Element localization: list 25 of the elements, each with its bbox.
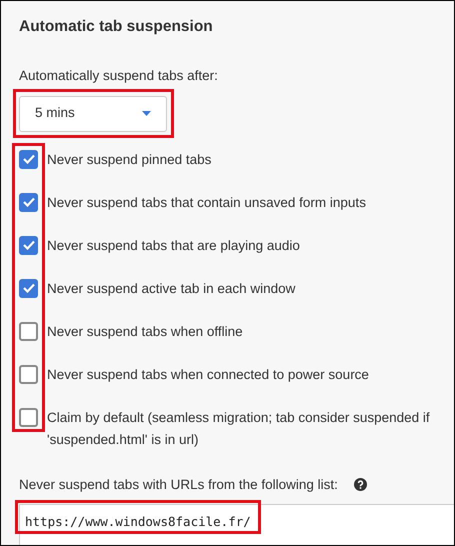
checkbox[interactable] [19,192,38,212]
checkbox[interactable] [19,408,38,426]
checkmark-icon [22,154,34,164]
checkbox[interactable] [19,150,38,168]
checkbox-label: Never suspend tabs that are playing audio [47,236,300,255]
checkbox[interactable] [19,322,38,340]
checkmark-icon [22,197,34,207]
duration-dropdown[interactable]: 5 mins [19,96,167,132]
checkmark-icon [22,283,34,293]
field-label: Automatically suspend tabs after: [19,67,219,86]
checkbox-label: Claim by default (seamless migration; tab consider suspended if 'suspended.html' is in url) [47,408,431,449]
checkbox-label: Never suspend tabs that contain unsaved form inputs [47,194,366,212]
url-list-field[interactable]: https://www.windows8facile.fr/ [19,504,454,545]
help-icon [354,478,367,492]
checkbox[interactable] [19,278,38,298]
checkbox-label: Never suspend pinned tabs [47,150,212,169]
field-label: Never suspend tabs with URLs from the following list: [19,476,338,494]
caret-icon [142,111,151,116]
checkmark-icon [22,240,34,250]
checkbox-label: Never suspend tabs when connected to power source [47,366,369,384]
checkbox[interactable] [19,364,38,384]
checkbox[interactable] [19,236,38,254]
checkbox-label: Never suspend active tab in each window [47,280,296,298]
section-title: Automatic tab suspension [19,17,214,37]
checkbox-label: Never suspend tabs when offline [47,322,243,341]
